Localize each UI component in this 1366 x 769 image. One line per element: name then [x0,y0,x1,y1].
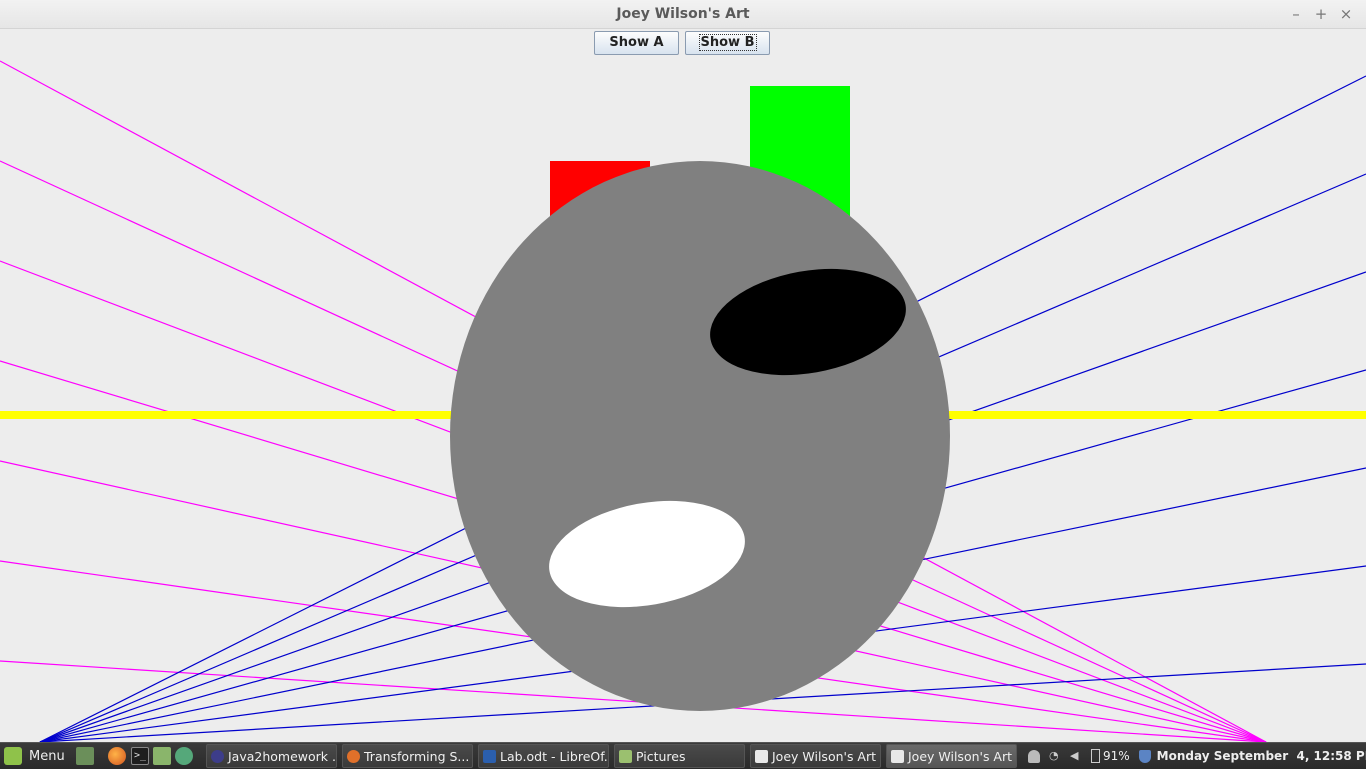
battery-percent: 91% [1103,749,1130,763]
folder-icon [619,749,632,763]
show-desktop-icon[interactable] [76,747,94,765]
show-b-button[interactable]: Show B [685,31,770,55]
update-manager-icon[interactable] [175,747,193,765]
volume-icon[interactable]: ◀ [1070,750,1084,762]
task-java2homework[interactable]: Java2homework ... [206,744,337,768]
task-joey-art-1[interactable]: Joey Wilson's Art [750,744,881,768]
menu-button[interactable]: Menu [4,743,65,769]
task-label: Joey Wilson's Art [772,748,877,764]
gray-oval [450,161,950,711]
task-joey-art-2[interactable]: Joey Wilson's Art [886,744,1017,768]
task-label: Lab.odt - LibreOf... [500,748,609,764]
maximize-button[interactable]: + [1311,4,1331,24]
task-label: Transforming S... [364,748,470,764]
task-label: Pictures [636,748,686,764]
task-transforming[interactable]: Transforming S... [342,744,473,768]
minimize-button[interactable]: – [1286,4,1306,24]
window-titlebar: Joey Wilson's Art – + × [0,0,1366,29]
window-title: Joey Wilson's Art [616,6,750,22]
java-icon [755,749,768,763]
libreoffice-writer-icon [483,749,496,763]
taskbar: Menu >_ Java2homework ... Transforming S… [0,742,1366,769]
button-bar: Show A Show B [0,29,1366,59]
terminal-icon[interactable]: >_ [131,747,149,765]
task-lab-odt[interactable]: Lab.odt - LibreOf... [478,744,609,768]
firefox-icon [347,749,360,763]
wifi-icon[interactable]: ◔ [1049,750,1063,762]
task-label: Java2homework ... [228,748,337,764]
java-icon [891,749,904,763]
show-a-label: Show A [609,35,664,50]
files-icon[interactable] [153,747,171,765]
task-pictures[interactable]: Pictures [614,744,745,768]
eclipse-icon [211,749,224,763]
user-icon[interactable] [1028,749,1040,763]
firefox-icon[interactable] [108,747,126,765]
art-canvas [0,60,1366,742]
clock[interactable]: Monday September 4, 12:58 PM [1157,749,1366,763]
show-b-label: Show B [698,34,757,51]
mint-logo-icon [4,747,22,765]
battery-icon[interactable] [1091,749,1100,763]
task-label: Joey Wilson's Art [908,748,1013,764]
close-button[interactable]: × [1336,4,1356,24]
system-tray: ◔ ◀ 91% Monday September 4, 12:58 PM [1028,743,1366,769]
menu-label: Menu [29,748,65,764]
show-a-button[interactable]: Show A [594,31,679,55]
shield-icon[interactable] [1138,749,1151,763]
